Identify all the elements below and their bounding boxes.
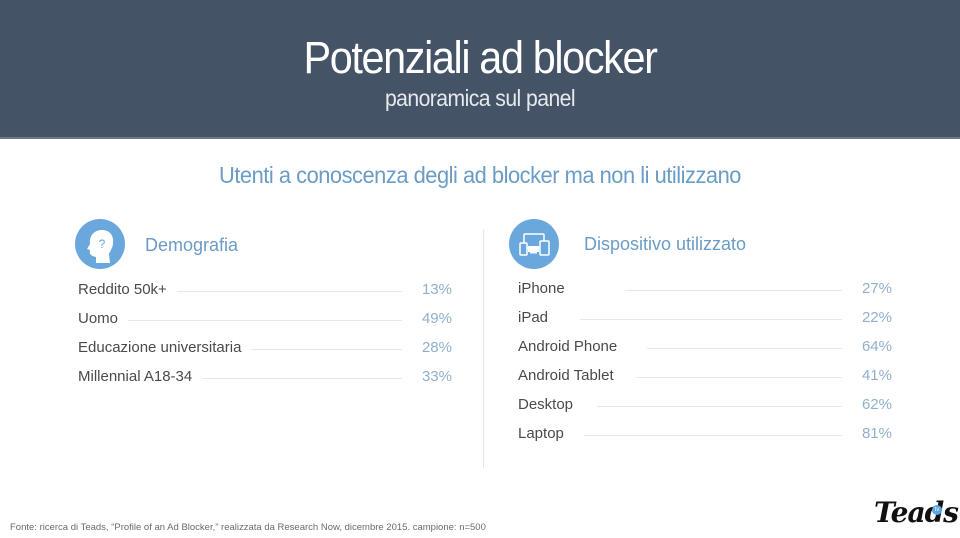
row-label: iPhone	[518, 280, 625, 297]
page-title: Potenziali ad blocker	[303, 32, 657, 83]
row-label: Uomo	[78, 310, 129, 327]
row-value: 62%	[861, 396, 892, 413]
devices-icon	[509, 219, 559, 269]
demographics-row: Educazione universitaria 28%	[78, 337, 452, 359]
devices-row: Android Tablet 41%	[518, 365, 892, 387]
devices-row: Android Phone 64%	[518, 336, 892, 358]
row-value: 22%	[861, 309, 892, 326]
header-banner: Potenziali ad blocker panoramica sul pan…	[0, 0, 960, 139]
row-value: 49%	[421, 310, 452, 327]
demographics-heading: Demografia	[145, 235, 239, 255]
row-value: 28%	[421, 339, 452, 356]
teads-logo: Teads	[874, 496, 959, 529]
row-value: 81%	[861, 425, 892, 442]
demographics-row: Millennial A18-34 33%	[78, 366, 452, 388]
row-label: Educazione universitaria	[78, 339, 252, 356]
row-value: 13%	[421, 281, 452, 298]
devices-row: iPhone 27%	[518, 278, 892, 300]
row-label: Android Phone	[518, 338, 648, 355]
source-note: Fonte: ricerca di Teads, “Profile of an …	[10, 522, 486, 533]
panel-divider	[483, 230, 484, 468]
demographics-row: Reddito 50k+ 13%	[78, 279, 452, 301]
devices-heading: Dispositivo utilizzato	[584, 234, 747, 254]
section-title: Utenti a conoscenza degli ad blocker ma …	[219, 162, 741, 188]
row-value: 27%	[861, 280, 892, 297]
demographics-row: Uomo 49%	[78, 308, 452, 330]
devices-row: iPad 22%	[518, 307, 892, 329]
tv-badge-icon: tv	[932, 505, 942, 515]
row-label: Android Tablet	[518, 367, 636, 384]
page-subtitle: panoramica sul panel	[384, 85, 576, 111]
row-label: iPad	[518, 309, 581, 326]
devices-row: Laptop 81%	[518, 423, 892, 445]
row-value: 41%	[861, 367, 892, 384]
row-value: 33%	[421, 368, 452, 385]
svg-text:?: ?	[99, 237, 106, 251]
row-label: Desktop	[518, 396, 598, 413]
head-question-icon: ?	[75, 219, 125, 269]
row-label: Laptop	[518, 425, 584, 442]
devices-row: Desktop 62%	[518, 394, 892, 416]
row-value: 64%	[861, 338, 892, 355]
row-label: Millennial A18-34	[78, 368, 203, 385]
row-label: Reddito 50k+	[78, 281, 177, 298]
